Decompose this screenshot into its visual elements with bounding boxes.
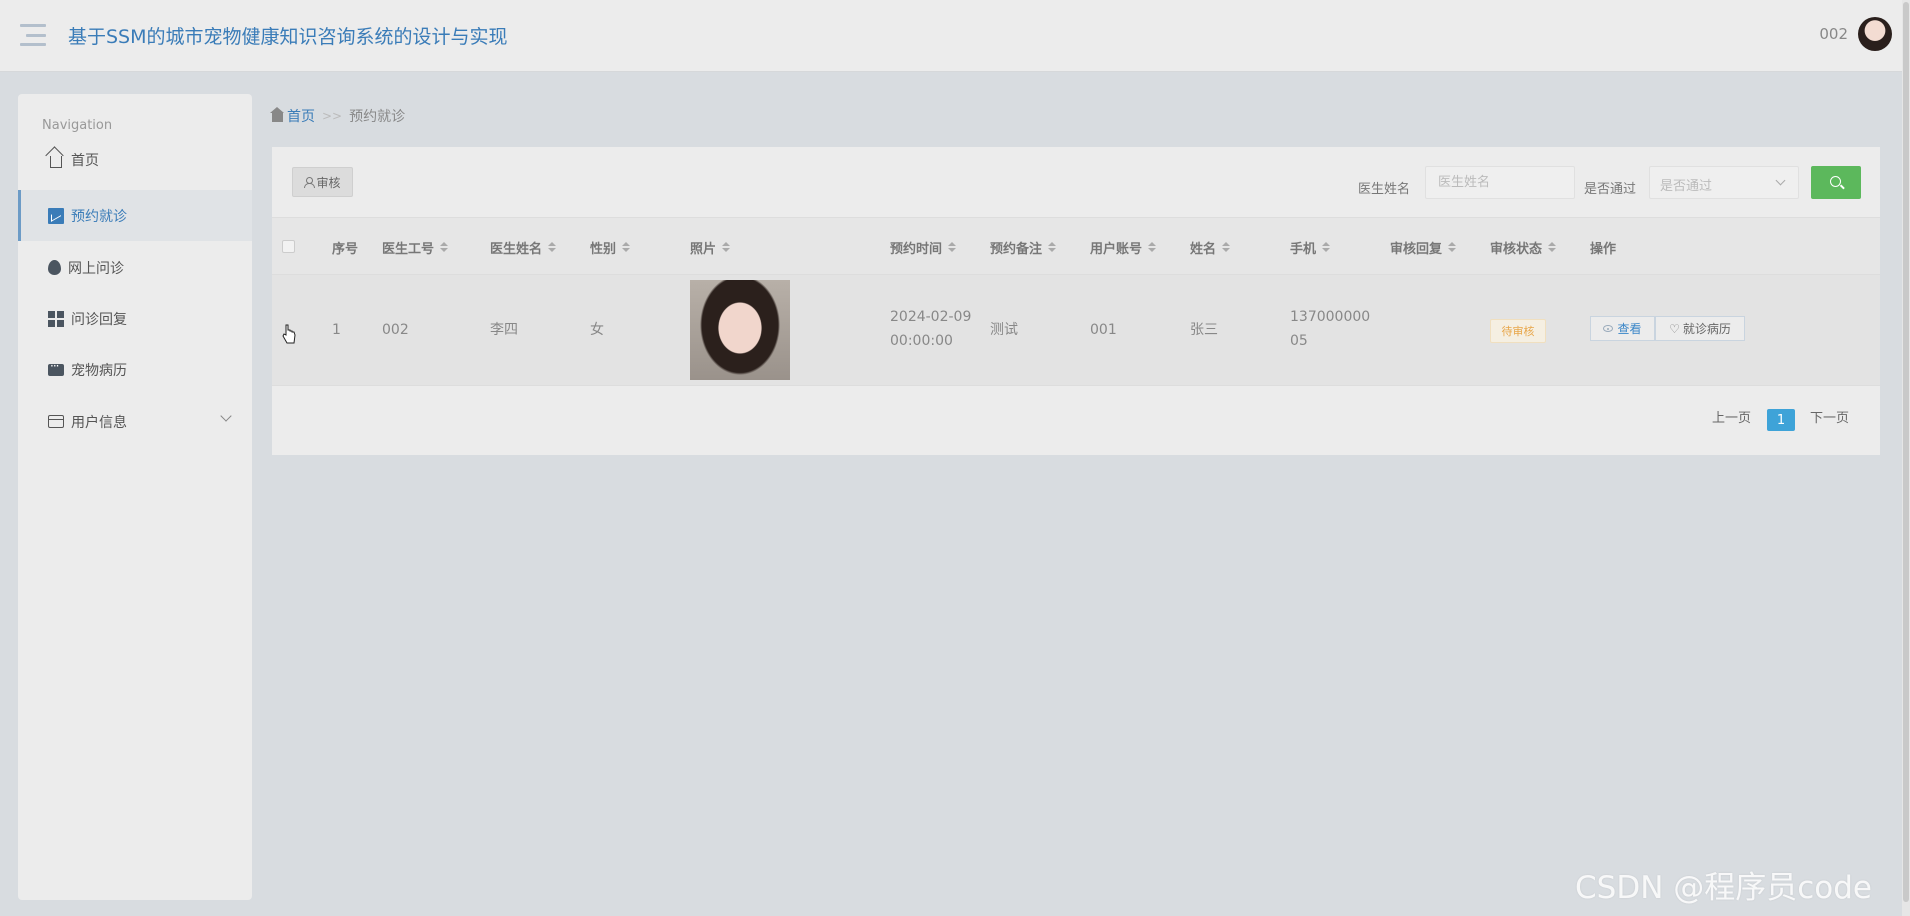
search-icon <box>1830 176 1841 187</box>
column-header: 序号 <box>332 242 359 257</box>
column-header[interactable]: 预约时间 <box>890 238 957 257</box>
sidebar-item-consult-reply[interactable]: 问诊回复 <box>18 293 252 344</box>
doctor-name-label: 医生姓名 <box>1358 182 1411 197</box>
column-header[interactable]: 手机 <box>1290 238 1331 257</box>
chevron-down-icon[interactable] <box>220 410 232 422</box>
breadcrumb-current: 预约就诊 <box>349 109 406 125</box>
select-all-checkbox[interactable] <box>282 240 295 253</box>
person-icon <box>304 177 316 188</box>
user-name[interactable]: 002 <box>1819 25 1848 43</box>
column-header[interactable]: 姓名 <box>1190 238 1231 257</box>
home-icon <box>270 106 284 122</box>
medical-record-button[interactable]: ♡ 就诊病历 <box>1655 316 1745 341</box>
column-header[interactable]: 审核状态 <box>1490 238 1557 257</box>
sidebar: Navigation 首页 预约就诊 网上问诊 问诊回复 宠物病历 用户信息 <box>18 94 252 900</box>
cell-phone: 137000000 05 <box>1290 309 1371 349</box>
app-title: 基于SSM的城市宠物健康知识咨询系统的设计与实现 <box>68 26 508 48</box>
column-header[interactable]: 医生工号 <box>382 238 449 257</box>
sidebar-item-user-info[interactable]: 用户信息 <box>18 396 252 447</box>
column-header[interactable]: 照片 <box>690 238 731 257</box>
view-button-label: 查看 <box>1617 322 1642 336</box>
user-avatar[interactable] <box>1858 17 1892 51</box>
sort-icon <box>440 241 449 254</box>
nav-caption: Navigation <box>42 118 113 133</box>
column-header: 操作 <box>1590 242 1617 257</box>
heart-icon: ♡ <box>1669 321 1680 336</box>
page-scrollbar[interactable] <box>1902 0 1910 916</box>
doctor-name-input[interactable] <box>1425 166 1575 199</box>
pagination-next[interactable]: 下一页 <box>1810 407 1849 426</box>
approved-label: 是否通过 <box>1584 182 1637 197</box>
approved-select[interactable]: 是否通过 <box>1649 166 1799 199</box>
breadcrumb: 首页 >> 预约就诊 <box>270 106 406 126</box>
cell-doctor-id: 002 <box>382 322 409 338</box>
eye-icon <box>1603 325 1614 332</box>
sidebar-item-home[interactable]: 首页 <box>18 134 252 185</box>
column-header[interactable]: 医生姓名 <box>490 238 557 257</box>
pagination-prev[interactable]: 上一页 <box>1712 407 1751 426</box>
approved-select-value: 是否通过 <box>1660 179 1713 194</box>
column-header[interactable]: 预约备注 <box>990 238 1057 257</box>
sort-icon <box>1548 241 1557 254</box>
sort-icon <box>1222 241 1231 254</box>
sidebar-item-label: 问诊回复 <box>71 311 127 328</box>
sidebar-item-pet-records[interactable]: 宠物病历 <box>18 344 252 395</box>
breadcrumb-separator: >> <box>322 109 343 123</box>
column-header[interactable]: 审核回复 <box>1390 238 1457 257</box>
bulb-icon <box>48 260 61 275</box>
breadcrumb-home[interactable]: 首页 <box>270 106 315 126</box>
chat-icon <box>48 359 64 376</box>
sidebar-item-label: 网上问诊 <box>68 260 124 277</box>
sidebar-item-appointment[interactable]: 预约就诊 <box>18 190 252 241</box>
sort-icon <box>548 241 557 254</box>
sort-icon <box>1448 241 1457 254</box>
chart-icon <box>48 207 64 224</box>
top-header: 基于SSM的城市宠物健康知识咨询系统的设计与实现 002 <box>0 0 1910 72</box>
sort-icon <box>1048 241 1057 254</box>
scrollbar-thumb[interactable] <box>1903 2 1909 902</box>
grid-icon <box>48 310 64 327</box>
sidebar-item-online-consult[interactable]: 网上问诊 <box>18 242 252 293</box>
view-button[interactable]: 查看 <box>1590 316 1655 341</box>
sort-icon <box>722 241 731 254</box>
audit-button[interactable]: 审核 <box>292 167 353 197</box>
medical-record-label: 就诊病历 <box>1682 322 1731 336</box>
main-panel: 审核 医生姓名 是否通过 是否通过 序号 医生工号 医生姓名 性别 照片 预约时… <box>272 147 1880 455</box>
sort-icon <box>948 241 957 254</box>
sort-icon <box>1322 241 1331 254</box>
table-row: 1 002 李四 女 2024-02-09 00:00:00 测试 001 张三… <box>272 275 1880 386</box>
cell-note: 测试 <box>990 322 1018 338</box>
sidebar-item-label: 宠物病历 <box>71 362 127 379</box>
column-header[interactable]: 用户账号 <box>1090 238 1157 257</box>
hand-cursor-icon <box>282 324 296 344</box>
sidebar-item-label: 预约就诊 <box>71 208 127 225</box>
sort-icon <box>622 241 631 254</box>
cell-doctor-name: 李四 <box>490 322 518 338</box>
sidebar-item-label: 用户信息 <box>71 414 127 431</box>
wallet-icon <box>48 415 64 428</box>
audit-button-label: 审核 <box>316 175 341 190</box>
cell-index: 1 <box>332 322 341 338</box>
doctor-photo <box>690 280 790 380</box>
cell-account: 001 <box>1090 322 1117 338</box>
menu-toggle-icon[interactable] <box>20 24 46 46</box>
column-header[interactable]: 性别 <box>590 238 631 257</box>
toolbar: 审核 医生姓名 是否通过 是否通过 <box>272 147 1880 217</box>
search-button[interactable] <box>1811 166 1861 199</box>
cell-name: 张三 <box>1190 322 1218 338</box>
pagination-page[interactable]: 1 <box>1767 409 1795 431</box>
table-header: 序号 医生工号 医生姓名 性别 照片 预约时间 预约备注 用户账号 姓名 手机 … <box>272 217 1880 275</box>
chevron-down-icon <box>1775 175 1786 186</box>
cell-gender: 女 <box>590 322 604 338</box>
breadcrumb-home-label: 首页 <box>287 109 315 125</box>
cell-appointment-time: 2024-02-09 00:00:00 <box>890 309 972 349</box>
home-icon <box>50 155 62 168</box>
sort-icon <box>1148 241 1157 254</box>
watermark: CSDN @程序员code <box>1575 870 1872 906</box>
sidebar-item-label: 首页 <box>71 152 99 169</box>
status-badge: 待审核 <box>1490 319 1546 343</box>
